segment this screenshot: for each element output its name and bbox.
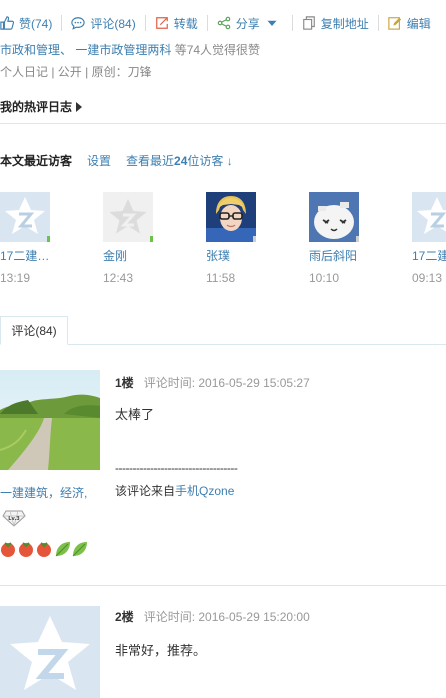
default-qzone-avatar-icon — [0, 606, 100, 698]
tomato-icon — [1, 542, 15, 557]
action-bar: 赞(74) 评论(84) 转载 分享 复制地址 编辑 — [0, 10, 446, 36]
visitor-item[interactable]: 张璞 11:58 — [206, 192, 266, 285]
diamond-level-badge-icon[interactable]: Lv.3 — [2, 509, 26, 527]
comment-text: 太棒了 — [115, 407, 155, 422]
tomato-icon — [19, 542, 33, 557]
comment-button[interactable]: 评论(84) — [71, 13, 136, 33]
comment-text: 非常好，推荐。 — [115, 643, 207, 658]
comment-label: 评论(84) — [90, 16, 136, 31]
comment-floor: 1楼 评论时间: 2016-05-29 15:05:27 — [115, 374, 310, 391]
tomato-icon — [37, 542, 51, 557]
hot-posts-link[interactable]: 我的热评日志 — [0, 98, 83, 115]
visitor-item[interactable]: 金刚 12:43 — [103, 192, 163, 285]
view-suffix: 位访客 ↓ — [187, 154, 233, 168]
floor-number: 2楼 — [115, 610, 134, 624]
copy-address-button[interactable]: 复制地址 — [302, 13, 369, 33]
visitors-header: 本文最近访客 设置 查看最近24位访客 ↓ — [0, 152, 233, 169]
avatar[interactable] — [0, 192, 50, 242]
offline-indicator — [356, 236, 359, 242]
visitors-title: 本文最近访客 — [0, 154, 73, 168]
comment-time: 评论时间: 2016-05-29 15:05:27 — [143, 376, 310, 390]
edit-label: 编辑 — [406, 16, 431, 31]
visit-time: 09:13 — [412, 271, 443, 285]
copy-address-label: 复制地址 — [320, 16, 369, 31]
thumbs-up-icon — [0, 16, 14, 30]
visitor-item[interactable]: 17二建 09:13 — [412, 192, 446, 285]
copy-icon — [302, 16, 315, 30]
online-indicator — [150, 236, 153, 242]
floor-number: 1楼 — [115, 376, 134, 390]
view-prefix: 查看最近 — [126, 154, 175, 168]
caret-right-icon — [76, 101, 83, 112]
mobile-qzone-link[interactable]: 手机Qzone — [175, 484, 234, 498]
repost-icon — [155, 17, 168, 29]
visitor-name[interactable]: 17二建 — [412, 247, 446, 264]
leaf-icon — [55, 542, 70, 557]
separator — [61, 15, 63, 31]
share-button[interactable]: 分享 — [217, 13, 283, 33]
separator — [206, 15, 208, 31]
avatar[interactable] — [103, 192, 153, 242]
repost-button[interactable]: 转载 — [155, 13, 198, 33]
photo-person-glasses-icon — [206, 192, 256, 242]
online-indicator — [47, 236, 50, 242]
comment-separator: ----------------------------------- — [115, 461, 238, 475]
avatar[interactable] — [206, 192, 256, 242]
commenter-avatar[interactable] — [0, 370, 100, 470]
likers-count[interactable]: 等74人觉得很赞 — [175, 43, 260, 57]
visit-time: 12:43 — [103, 271, 134, 285]
tab-comments[interactable]: 评论(84) — [0, 316, 68, 345]
visit-time: 11:58 — [206, 271, 236, 285]
like-button[interactable]: 赞(74) — [0, 13, 52, 33]
default-qzone-avatar-icon — [417, 197, 446, 234]
avatar[interactable] — [309, 192, 359, 242]
visitor-name[interactable]: 17二建… — [0, 247, 49, 264]
comment-time: 评论时间: 2016-05-29 15:20:00 — [143, 610, 310, 624]
separator — [144, 15, 146, 31]
share-label: 分享 — [235, 16, 260, 31]
likers-names[interactable]: 市政和管理、 一建市政管理两科 — [0, 43, 171, 57]
visitor-count: 24 — [174, 154, 188, 168]
separator — [377, 15, 379, 31]
default-qzone-avatar-icon — [5, 197, 45, 234]
visit-time: 13:19 — [0, 271, 31, 285]
share-icon — [217, 16, 230, 30]
separator — [291, 15, 293, 31]
hot-posts-title: 我的热评日志 — [0, 100, 73, 114]
view-recent-visitors-link[interactable]: 查看最近24位访客 ↓ — [126, 152, 233, 169]
visitors-settings-link[interactable]: 设置 — [87, 152, 111, 169]
comment-divider — [0, 585, 446, 586]
visitor-item[interactable]: 雨后斜阳 10:10 — [309, 192, 369, 285]
fruit-medal-icons[interactable] — [0, 540, 92, 558]
caret-down-icon — [267, 20, 277, 26]
source-prefix: 该评论来自 — [115, 484, 176, 498]
edit-pencil-icon — [388, 17, 401, 30]
section-divider — [0, 123, 446, 124]
visitor-item[interactable]: 17二建… 13:19 — [0, 192, 60, 285]
comment-bubble-icon — [71, 17, 86, 30]
visitor-name[interactable]: 雨后斜阳 — [309, 247, 357, 264]
visit-time: 10:10 — [309, 271, 340, 285]
comment-source: 该评论来自手机Qzone — [115, 482, 234, 499]
post-meta: 个人日记 | 公开 | 原创：刀锋 — [0, 65, 152, 79]
repost-label: 转载 — [173, 16, 198, 31]
grey-star-avatar-icon — [109, 199, 147, 234]
edit-button[interactable]: 编辑 — [388, 13, 431, 33]
avatar[interactable] — [412, 192, 446, 242]
leaf-icon — [72, 542, 87, 557]
visitor-name[interactable]: 张璞 — [206, 247, 230, 264]
visitor-name[interactable]: 金刚 — [103, 247, 127, 264]
likers-line: 市政和管理、 一建市政管理两科 等74人觉得很赞 — [0, 41, 446, 58]
level-badge-text: Lv.3 — [8, 516, 20, 522]
commenter-name[interactable]: 一建建筑，经济, — [0, 484, 87, 501]
offline-indicator — [253, 236, 256, 242]
commenter-avatar[interactable] — [0, 606, 100, 698]
like-label: 赞(74) — [19, 16, 53, 31]
cartoon-face-avatar-icon — [309, 192, 359, 242]
comment-floor: 2楼 评论时间: 2016-05-29 15:20:00 — [115, 608, 310, 625]
landscape-road-avatar-icon — [0, 370, 100, 470]
